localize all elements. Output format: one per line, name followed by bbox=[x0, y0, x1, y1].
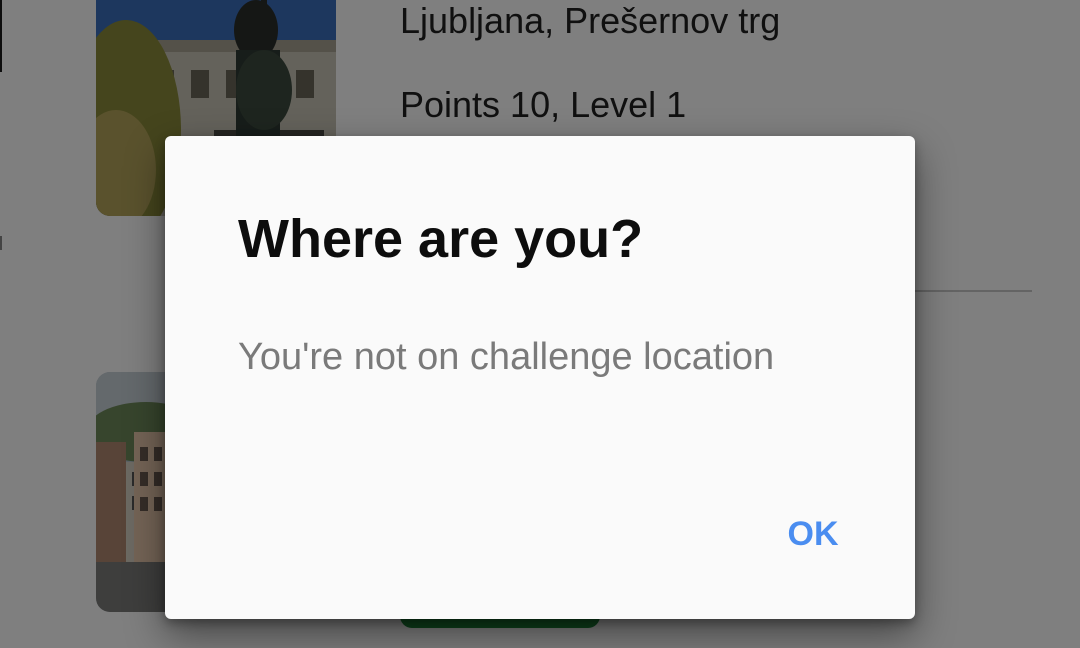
location-alert-dialog: Where are you? You're not on challenge l… bbox=[165, 136, 915, 619]
app-screen: Ljubljana, Prešernov trg Points 10, Leve… bbox=[0, 0, 1080, 648]
dialog-title: Where are you? bbox=[238, 209, 644, 269]
ok-button[interactable]: OK bbox=[765, 502, 861, 566]
dialog-message: You're not on challenge location bbox=[238, 336, 775, 378]
